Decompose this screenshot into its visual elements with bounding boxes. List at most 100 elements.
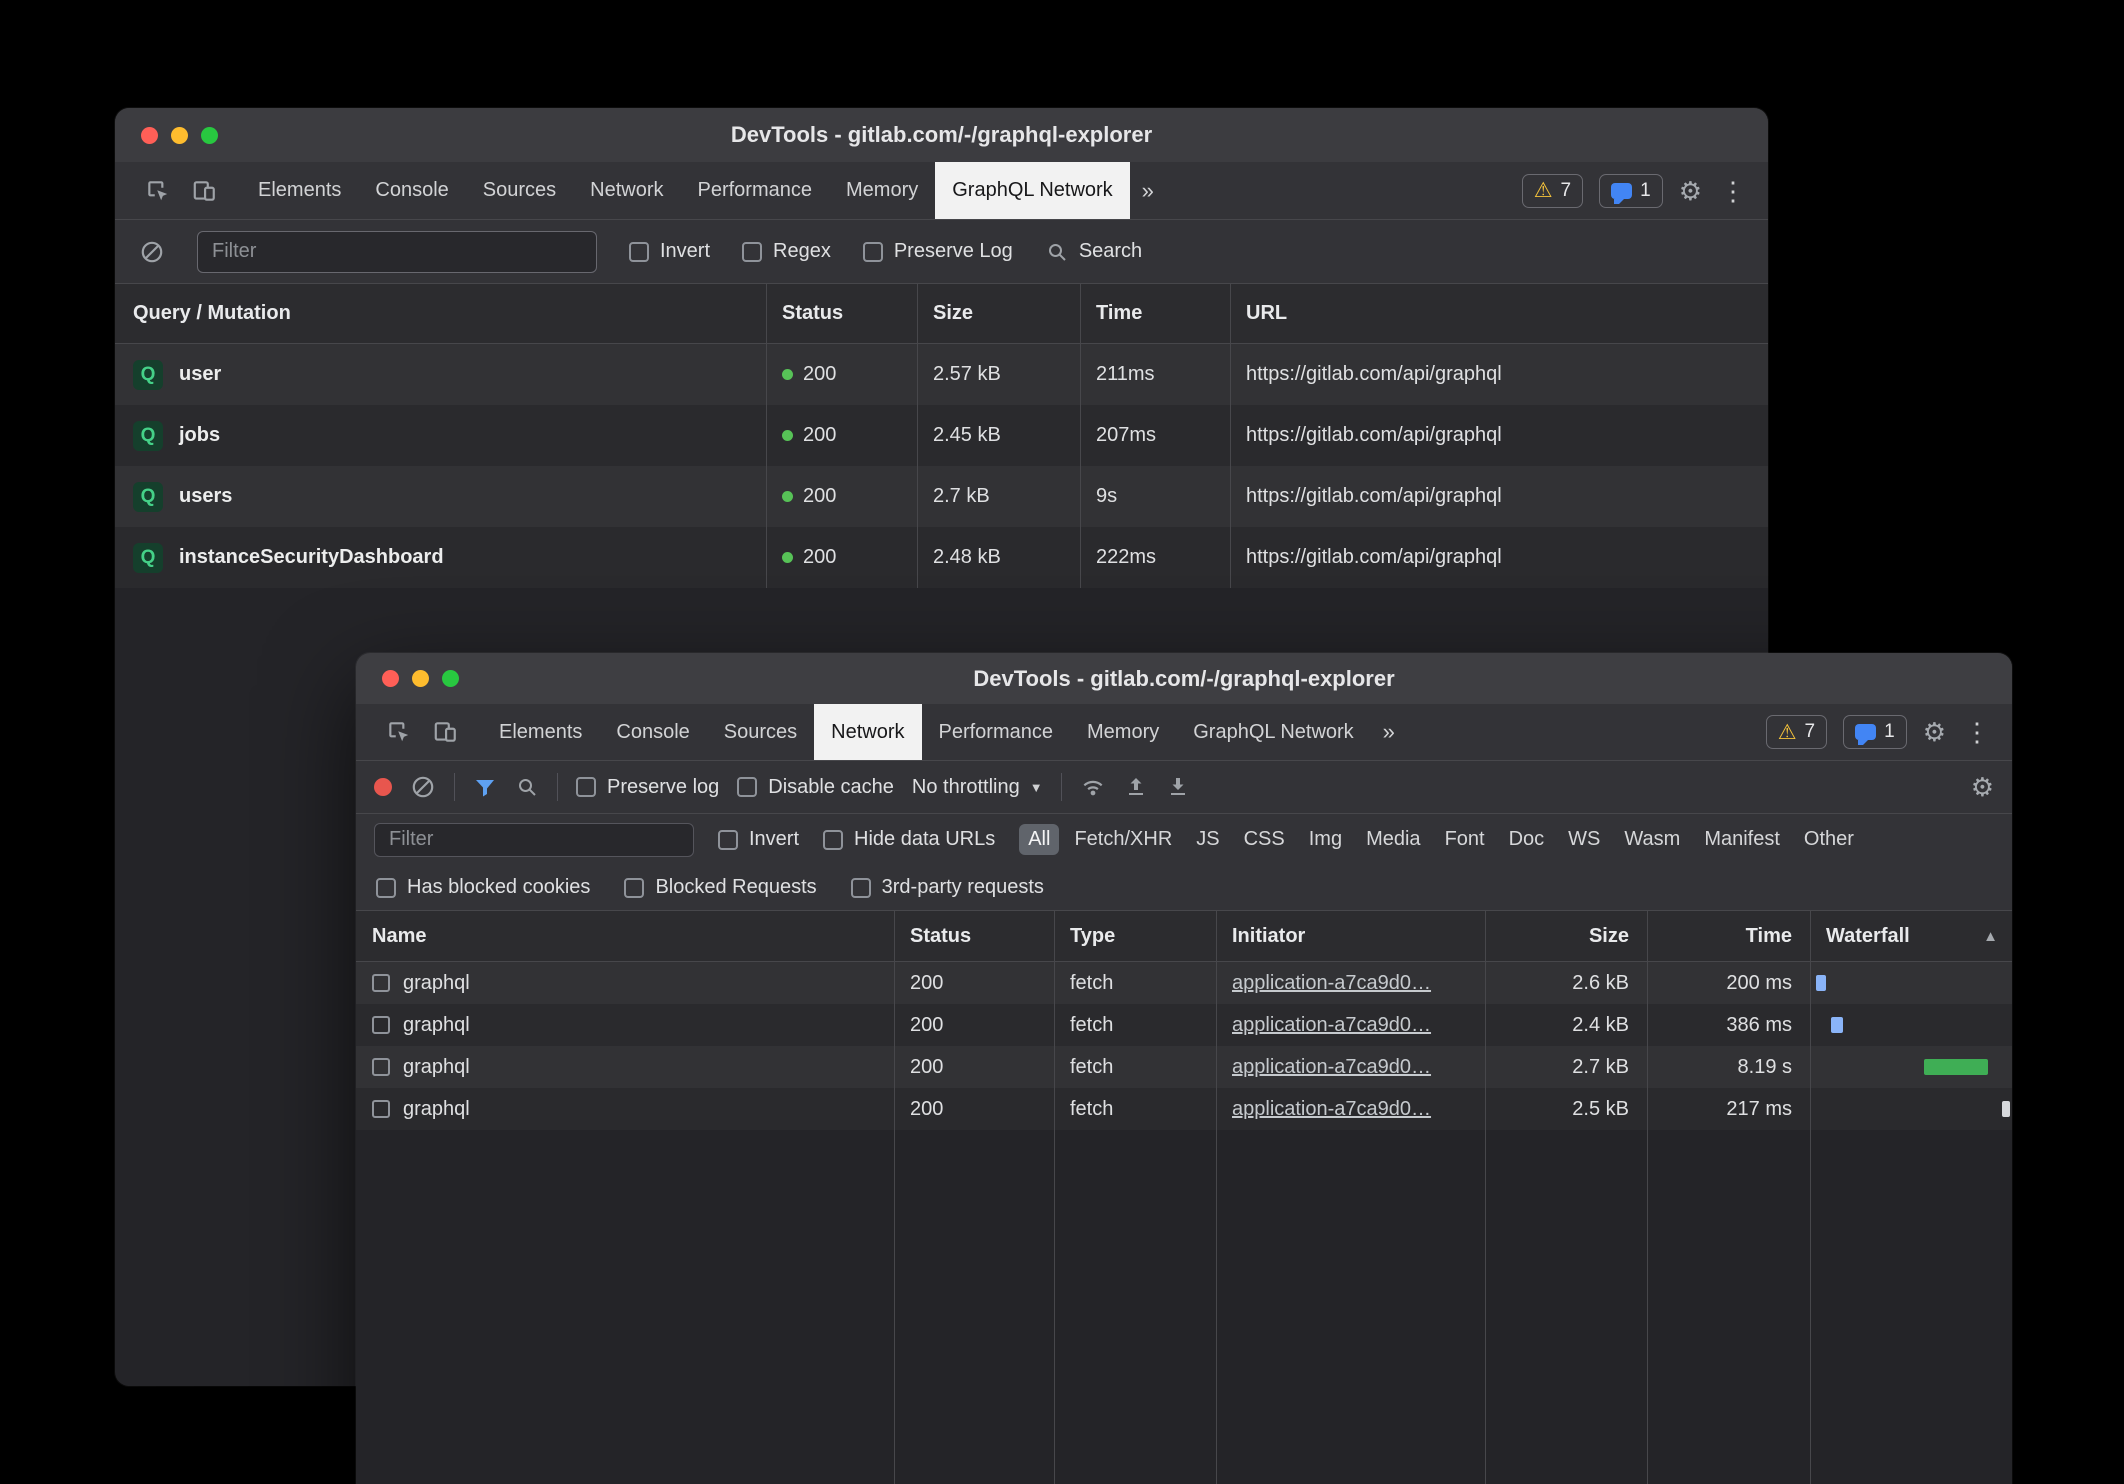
table-row[interactable]: graphql 200 fetch application-a7ca9d0… 2… [356, 962, 2012, 1004]
regex-checkbox[interactable]: Regex [742, 240, 831, 263]
tab-elements[interactable]: Elements [241, 162, 358, 219]
kebab-menu-icon[interactable]: ⋮ [1718, 178, 1748, 204]
column-header-status[interactable]: Status [766, 302, 917, 325]
issues-badge[interactable]: 1 [1843, 715, 1907, 749]
initiator-link[interactable]: application-a7ca9d0… [1216, 1098, 1485, 1121]
invert-checkbox[interactable]: Invert [718, 828, 799, 851]
warnings-badge[interactable]: ⚠ 7 [1522, 174, 1583, 208]
search-button[interactable]: Search [1045, 240, 1142, 264]
filter-type-other[interactable]: Other [1795, 824, 1863, 855]
column-header-size[interactable]: Size [1485, 925, 1647, 948]
import-har-icon[interactable] [1166, 775, 1190, 799]
filter-type-wasm[interactable]: Wasm [1615, 824, 1689, 855]
network-conditions-icon[interactable] [1080, 774, 1106, 800]
row-checkbox[interactable] [372, 974, 390, 992]
filter-type-ws[interactable]: WS [1559, 824, 1609, 855]
minimize-button[interactable] [171, 127, 188, 144]
column-header-url[interactable]: URL [1230, 302, 1768, 325]
tab-sources[interactable]: Sources [707, 704, 814, 760]
filter-type-media[interactable]: Media [1357, 824, 1429, 855]
close-button[interactable] [382, 670, 399, 687]
warnings-badge[interactable]: ⚠ 7 [1766, 715, 1827, 749]
titlebar[interactable]: DevTools - gitlab.com/-/graphql-explorer [115, 108, 1768, 162]
initiator-link[interactable]: application-a7ca9d0… [1216, 972, 1485, 995]
inspect-element-icon[interactable] [376, 704, 422, 760]
column-header-name[interactable]: Name [356, 925, 894, 948]
row-checkbox[interactable] [372, 1058, 390, 1076]
filter-type-css[interactable]: CSS [1235, 824, 1294, 855]
column-header-type[interactable]: Type [1054, 925, 1216, 948]
column-header-waterfall[interactable]: Waterfall ▲ [1810, 925, 2012, 948]
close-button[interactable] [141, 127, 158, 144]
preserve-log-checkbox[interactable]: Preserve log [576, 776, 719, 799]
settings-gear-icon[interactable]: ⚙ [1923, 719, 1946, 745]
export-har-icon[interactable] [1124, 775, 1148, 799]
tab-graphql-network[interactable]: GraphQL Network [1176, 704, 1370, 760]
hide-data-urls-checkbox[interactable]: Hide data URLs [823, 828, 995, 851]
record-icon[interactable] [374, 778, 392, 796]
search-icon[interactable] [515, 775, 539, 799]
more-tabs-chevron-icon[interactable]: » [1130, 162, 1166, 219]
tab-graphql-network[interactable]: GraphQL Network [935, 162, 1129, 219]
filter-input[interactable] [197, 231, 597, 273]
inspect-element-icon[interactable] [135, 162, 181, 219]
filter-type-img[interactable]: Img [1300, 824, 1351, 855]
throttling-dropdown[interactable]: No throttling ▼ [912, 776, 1043, 799]
blocked-requests-checkbox[interactable]: Blocked Requests [624, 876, 816, 899]
titlebar[interactable]: DevTools - gitlab.com/-/graphql-explorer [356, 653, 2012, 704]
table-row[interactable]: graphql 200 fetch application-a7ca9d0… 2… [356, 1004, 2012, 1046]
device-toolbar-icon[interactable] [422, 704, 468, 760]
zoom-button[interactable] [201, 127, 218, 144]
filter-type-js[interactable]: JS [1187, 824, 1228, 855]
column-header-initiator[interactable]: Initiator [1216, 925, 1485, 948]
column-header-size[interactable]: Size [917, 302, 1080, 325]
filter-type-manifest[interactable]: Manifest [1695, 824, 1789, 855]
preserve-log-checkbox[interactable]: Preserve Log [863, 240, 1013, 263]
tab-memory[interactable]: Memory [1070, 704, 1176, 760]
clear-icon[interactable] [410, 774, 436, 800]
filter-type-font[interactable]: Font [1436, 824, 1494, 855]
table-row[interactable]: Q user 200 2.57 kB 211ms https://gitlab.… [115, 344, 1768, 405]
row-checkbox[interactable] [372, 1016, 390, 1034]
network-filter-input[interactable] [374, 823, 694, 857]
more-tabs-chevron-icon[interactable]: » [1371, 704, 1407, 760]
kebab-menu-icon[interactable]: ⋮ [1962, 719, 1992, 745]
settings-gear-icon[interactable]: ⚙ [1679, 178, 1702, 204]
row-checkbox[interactable] [372, 1100, 390, 1118]
table-row[interactable]: graphql 200 fetch application-a7ca9d0… 2… [356, 1088, 2012, 1130]
filter-funnel-icon[interactable] [473, 775, 497, 799]
tab-network[interactable]: Network [573, 162, 680, 219]
tab-sources[interactable]: Sources [466, 162, 573, 219]
column-header-time[interactable]: Time [1647, 925, 1810, 948]
filter-type-all[interactable]: All [1019, 824, 1059, 855]
tab-memory[interactable]: Memory [829, 162, 935, 219]
filter-type-fetchxhr[interactable]: Fetch/XHR [1065, 824, 1181, 855]
initiator-link[interactable]: application-a7ca9d0… [1216, 1056, 1485, 1079]
disable-cache-checkbox[interactable]: Disable cache [737, 776, 894, 799]
issues-badge[interactable]: 1 [1599, 174, 1663, 208]
column-header-status[interactable]: Status [894, 925, 1054, 948]
initiator-link[interactable]: application-a7ca9d0… [1216, 1014, 1485, 1037]
tab-network[interactable]: Network [814, 704, 921, 760]
filter-type-doc[interactable]: Doc [1500, 824, 1554, 855]
table-row[interactable]: Q instanceSecurityDashboard 200 2.48 kB … [115, 527, 1768, 588]
tab-performance[interactable]: Performance [922, 704, 1071, 760]
column-header-time[interactable]: Time [1080, 302, 1230, 325]
zoom-button[interactable] [442, 670, 459, 687]
tab-performance[interactable]: Performance [681, 162, 830, 219]
third-party-requests-checkbox[interactable]: 3rd-party requests [851, 876, 1044, 899]
table-row[interactable]: Q jobs 200 2.45 kB 207ms https://gitlab.… [115, 405, 1768, 466]
network-settings-gear-icon[interactable]: ⚙ [1971, 774, 1994, 800]
invert-checkbox[interactable]: Invert [629, 240, 710, 263]
tab-elements[interactable]: Elements [482, 704, 599, 760]
status-code: 200 [894, 1098, 1054, 1121]
tab-console[interactable]: Console [358, 162, 465, 219]
clear-icon[interactable] [139, 239, 165, 265]
has-blocked-cookies-checkbox[interactable]: Has blocked cookies [376, 876, 590, 899]
table-row[interactable]: Q users 200 2.7 kB 9s https://gitlab.com… [115, 466, 1768, 527]
minimize-button[interactable] [412, 670, 429, 687]
device-toolbar-icon[interactable] [181, 162, 227, 219]
table-row[interactable]: graphql 200 fetch application-a7ca9d0… 2… [356, 1046, 2012, 1088]
tab-console[interactable]: Console [599, 704, 706, 760]
column-header-query[interactable]: Query / Mutation [115, 302, 766, 325]
